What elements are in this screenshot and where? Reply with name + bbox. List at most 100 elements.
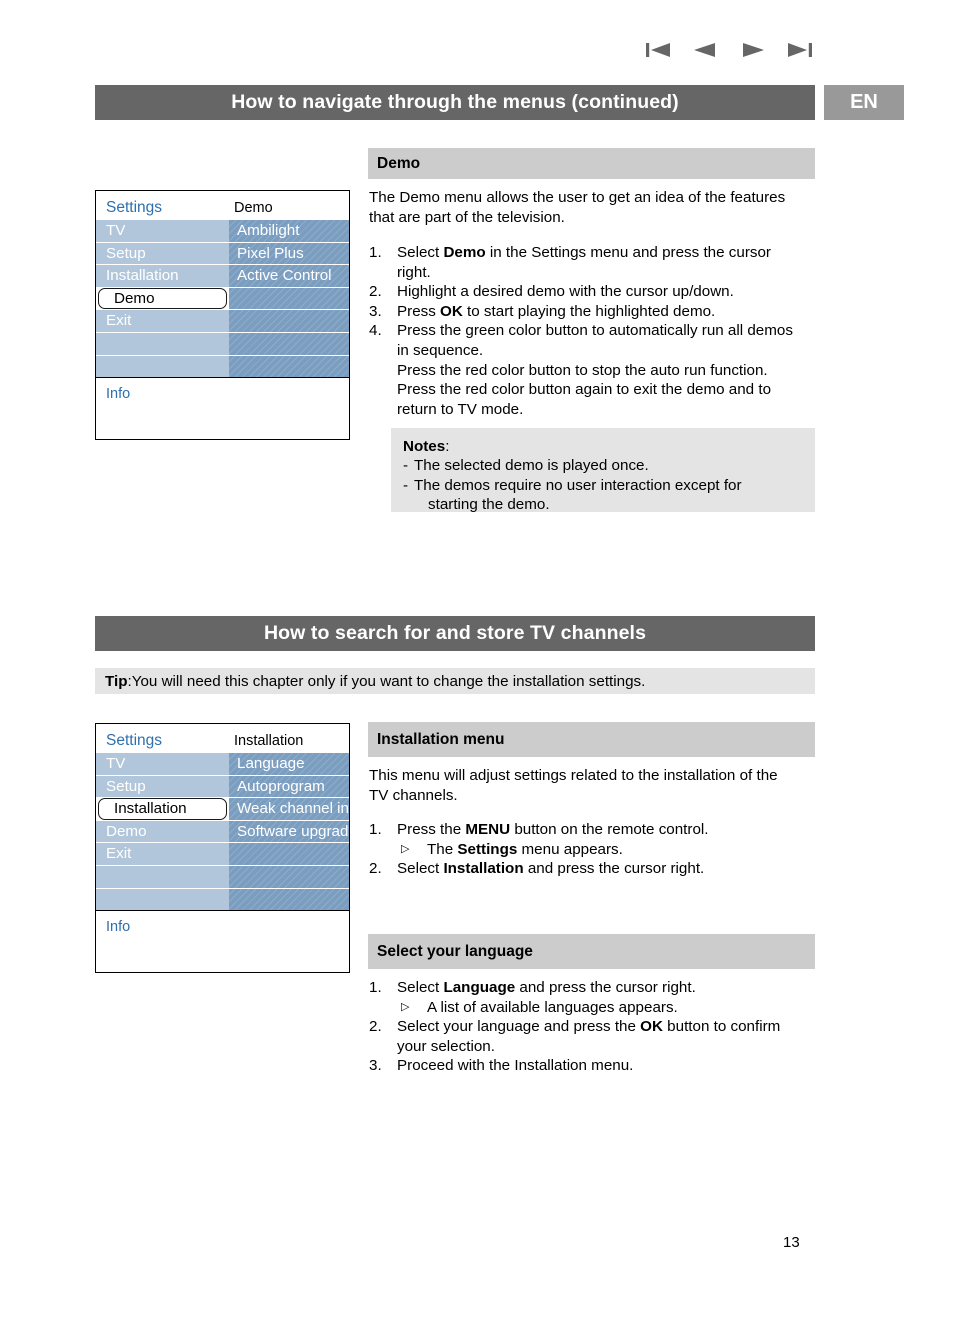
osd-submenu-item-label: Active Control — [237, 267, 332, 285]
tv-osd-demo-menu: Settings Demo TV Ambilight Setup Pixel Plus… — [95, 190, 350, 440]
tv-osd-installation-menu: Settings Installation TV Language Setup Aut… — [95, 723, 350, 973]
osd-menu-item-label: Setup — [106, 244, 146, 262]
step-text-pre: Select — [397, 244, 444, 261]
demo-intro-line-2: that are part of the television. — [369, 208, 565, 226]
osd-submenu-item-label: Language — [237, 755, 305, 772]
skip-first-icon[interactable] — [644, 40, 672, 60]
osd-title-settings: Settings — [106, 732, 163, 749]
step-number: 3. — [369, 302, 382, 320]
osd-submenu-item-autoprogram[interactable]: Autoprogram — [229, 774, 349, 798]
step-number: 2. — [369, 860, 382, 878]
osd-menu-item-exit[interactable]: Exit — [96, 309, 229, 332]
page-navigation-toolbar — [644, 36, 814, 64]
step-text-line4: Press the red color button again to exit… — [397, 381, 772, 399]
osd-submenu-item-ambilight[interactable]: Ambilight — [229, 219, 349, 242]
osd-menu-item-label: Exit — [106, 312, 132, 330]
osd-row: Setup Pixel Plus — [96, 241, 349, 265]
osd-menu-item-label: Installation — [114, 800, 187, 818]
osd-submenu-item-empty — [229, 309, 349, 332]
note-text: The demos require no user interaction ex… — [414, 476, 742, 494]
osd-submenu-item-weak-channel-inst-[interactable]: Weak channel inst. — [229, 797, 349, 820]
osd-submenu-item-pixel-plus[interactable]: Pixel Plus — [229, 241, 349, 265]
osd-title-settings: Settings — [106, 199, 163, 216]
step-text-post: button on the remote control. — [510, 821, 709, 838]
note-item-1: - The selected demo is played once. — [403, 456, 803, 475]
skip-last-icon[interactable] — [786, 40, 814, 60]
next-icon[interactable] — [739, 40, 767, 60]
section-heading-demo: Demo — [368, 148, 815, 179]
step-number: 2. — [369, 283, 382, 301]
osd-menu-item-installation[interactable]: Installation — [96, 797, 229, 820]
osd-row — [96, 887, 349, 911]
osd-menu-item-demo[interactable]: Demo — [96, 819, 229, 843]
previous-icon[interactable] — [691, 40, 719, 60]
osd-submenu-item-empty — [229, 354, 349, 378]
step-text-line2: your selection. — [397, 1037, 495, 1055]
osd-menu-item-empty — [96, 331, 229, 355]
osd-submenu-item-label: Software upgrade — [237, 822, 349, 840]
osd-menu-item-setup[interactable]: Setup — [96, 241, 229, 265]
step-text-line5: return to TV mode. — [397, 400, 524, 418]
step-text-post: in the Settings menu and press the curso… — [485, 244, 771, 261]
step-text-line2: in sequence. — [397, 341, 484, 359]
note-dash: - — [403, 476, 409, 494]
step-text-bold: Installation — [443, 860, 524, 878]
osd-submenu-item-empty — [229, 842, 349, 865]
note-dash: - — [403, 457, 409, 475]
step-text-bold: OK — [640, 1018, 663, 1036]
osd-info-label: Info — [96, 910, 349, 972]
substep-pre: The — [427, 840, 458, 858]
tip-text: You will need this chapter only if you w… — [131, 672, 646, 690]
page-number: 13 — [783, 1234, 800, 1251]
osd-menu-item-empty — [96, 864, 229, 888]
step-text-pre: Press the — [397, 821, 466, 838]
step-text-post: and press the cursor right. — [515, 979, 696, 996]
step-text-line2: right. — [397, 263, 431, 281]
step-text-pre: Press the green color button to automati… — [397, 322, 793, 340]
step-text-pre: Highlight a desired demo with the cursor… — [397, 283, 734, 301]
osd-row: Demo — [96, 286, 349, 310]
tip-label: Tip — [105, 672, 128, 690]
osd-menu-item-setup[interactable]: Setup — [96, 774, 229, 798]
language-step-2: 2. Select your language and press the OK… — [369, 1017, 817, 1056]
step-text-pre: Select — [397, 860, 444, 878]
osd-menu-item-tv[interactable]: TV — [96, 752, 229, 775]
step-substep: ▷ The Settings menu appears. — [397, 840, 817, 860]
osd-row — [96, 331, 349, 355]
osd-row: Exit — [96, 842, 349, 865]
step-number: 2. — [369, 1018, 382, 1036]
step-number: 4. — [369, 322, 382, 340]
step-text-bold: OK — [440, 302, 463, 320]
demo-step-1: 1. Select Demo in the Settings menu and … — [369, 243, 817, 282]
step-text-post: to start playing the highlighted demo. — [462, 302, 716, 320]
osd-menu-item-installation[interactable]: Installation — [96, 264, 229, 287]
osd-title-current: Demo — [234, 200, 273, 216]
osd-menu-item-exit[interactable]: Exit — [96, 842, 229, 865]
osd-submenu-item-label: Weak channel inst. — [237, 800, 349, 818]
osd-row — [96, 354, 349, 378]
osd-menu-item-demo[interactable]: Demo — [96, 286, 229, 310]
step-text-bold: MENU — [465, 821, 511, 838]
osd-submenu-item-empty — [229, 864, 349, 888]
osd-submenu-item-software-upgrade[interactable]: Software upgrade — [229, 819, 349, 843]
osd-submenu-item-label: Pixel Plus — [237, 244, 304, 262]
installation-step-1: 1. Press the MENU button on the remote c… — [369, 820, 817, 859]
osd-submenu-item-language[interactable]: Language — [229, 752, 349, 775]
installation-steps-list: 1. Press the MENU button on the remote c… — [369, 820, 817, 879]
note-text: The selected demo is played once. — [414, 457, 649, 475]
step-text-pre: Proceed with the Installation menu. — [397, 1057, 634, 1075]
osd-row: Demo Software upgrade — [96, 819, 349, 843]
section-heading-installation-menu: Installation menu — [368, 722, 815, 757]
installation-intro-text: This menu will adjust settings related t… — [369, 766, 817, 805]
osd-menu-item-tv[interactable]: TV — [96, 219, 229, 242]
osd-menu-item-label: TV — [106, 755, 126, 772]
osd-info-label: Info — [96, 377, 349, 439]
osd-row: Installation Active Control — [96, 264, 349, 287]
step-text-line3: Press the red color button to stop the a… — [397, 361, 768, 379]
step-text-post: button to confirm — [662, 1018, 781, 1036]
osd-menu-item-label: Exit — [106, 845, 132, 863]
triangle-bullet-icon: ▷ — [401, 842, 410, 855]
demo-steps-list: 1. Select Demo in the Settings menu and … — [369, 243, 817, 419]
step-text-pre: Select — [397, 979, 444, 996]
osd-submenu-item-active-control[interactable]: Active Control — [229, 264, 349, 287]
